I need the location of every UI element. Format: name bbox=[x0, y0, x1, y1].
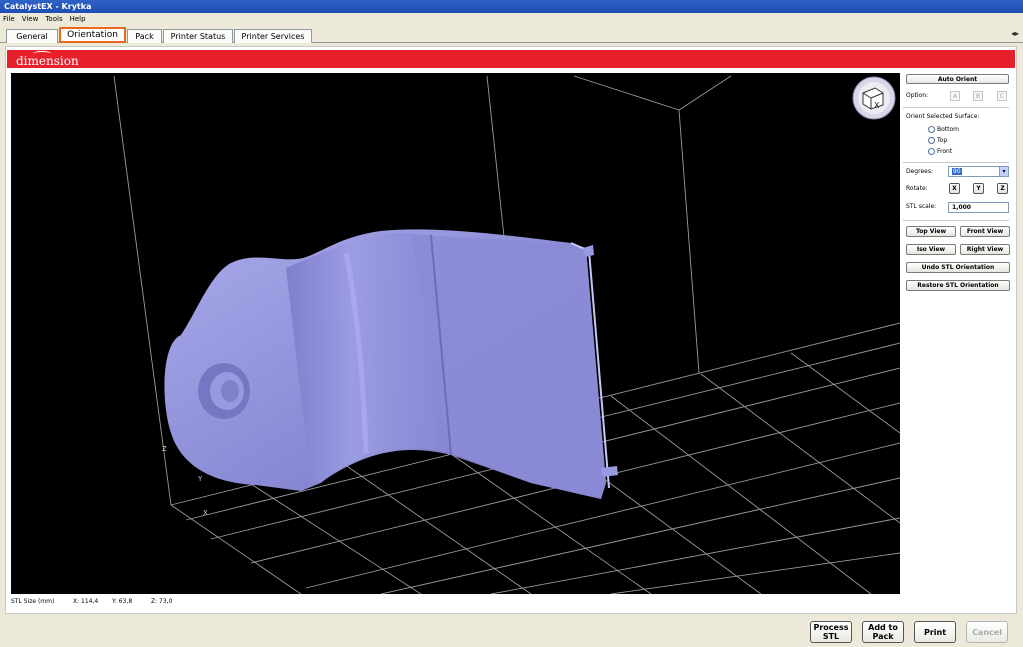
stl-size-readout: STL Size (mm) X: 114,4 Y: 63,8 Z: 73,0 bbox=[11, 597, 511, 607]
radio-front-label: Front bbox=[937, 148, 953, 155]
add-to-pack-label-line2: Pack bbox=[872, 632, 894, 641]
divider bbox=[903, 107, 1009, 108]
chevron-down-icon[interactable]: ▾ bbox=[999, 167, 1008, 176]
degrees-value: 90 bbox=[952, 168, 962, 175]
window-title-bar: CatalystEX - Krytka bbox=[0, 0, 1023, 13]
radio-bottom[interactable] bbox=[928, 126, 935, 133]
orientation-sidebar: Auto Orient Option: A B C Orient Selecte… bbox=[903, 73, 1013, 313]
iso-view-button[interactable]: Iso View bbox=[906, 244, 956, 255]
divider bbox=[903, 162, 1009, 163]
right-view-button[interactable]: Right View bbox=[960, 244, 1010, 255]
auto-orient-button[interactable]: Auto Orient bbox=[906, 74, 1009, 84]
stl-size-z: Z: 73,0 bbox=[151, 598, 173, 605]
stl-scale-label: STL scale: bbox=[906, 203, 937, 210]
radio-top[interactable] bbox=[928, 137, 935, 144]
axis-z-label: Z bbox=[162, 445, 167, 453]
restore-stl-orientation-button[interactable]: Restore STL Orientation bbox=[906, 280, 1010, 291]
process-stl-button[interactable]: Process STL bbox=[810, 621, 852, 643]
brand-banner: dimension bbox=[7, 50, 1015, 68]
tab-scroll-arrows[interactable]: ◂▸ bbox=[1011, 29, 1019, 38]
add-to-pack-button[interactable]: Add to Pack bbox=[862, 621, 904, 643]
tab-pack[interactable]: Pack bbox=[127, 29, 162, 43]
radio-front[interactable] bbox=[928, 148, 935, 155]
option-label: Option: bbox=[906, 92, 929, 99]
menu-file[interactable]: File bbox=[3, 15, 15, 23]
3d-viewport[interactable]: Z Y X X bbox=[11, 73, 900, 594]
undo-stl-orientation-button[interactable]: Undo STL Orientation bbox=[906, 262, 1010, 273]
view-cube-axis-label: X bbox=[874, 101, 880, 110]
tab-printer-services[interactable]: Printer Services bbox=[234, 29, 312, 43]
logo-swoosh-icon bbox=[33, 51, 51, 56]
degrees-label: Degrees: bbox=[906, 168, 933, 175]
axis-x-label: X bbox=[203, 509, 208, 517]
build-envelope-grid: Z Y X X bbox=[113, 75, 900, 594]
orient-surface-label: Orient Selected Surface: bbox=[906, 113, 980, 120]
stl-size-label: STL Size (mm) bbox=[11, 598, 55, 605]
chevron-right-icon[interactable]: ▸ bbox=[1015, 29, 1019, 38]
menu-bar: File View Tools Help bbox=[0, 13, 1023, 25]
top-view-button[interactable]: Top View bbox=[906, 226, 956, 237]
front-view-button[interactable]: Front View bbox=[960, 226, 1010, 237]
cancel-button[interactable]: Cancel bbox=[966, 621, 1008, 643]
radio-bottom-label: Bottom bbox=[937, 126, 960, 133]
tab-printer-status[interactable]: Printer Status bbox=[163, 29, 233, 43]
stl-model[interactable] bbox=[164, 229, 618, 499]
rotate-z-button[interactable]: Z bbox=[997, 183, 1008, 194]
menu-view[interactable]: View bbox=[22, 15, 39, 23]
process-stl-label-line2: STL bbox=[822, 632, 840, 641]
divider bbox=[903, 220, 1009, 221]
add-to-pack-label-line1: Add to bbox=[868, 623, 898, 632]
stl-scale-input[interactable]: 1,000 bbox=[948, 202, 1009, 213]
stl-size-x: X: 114,4 bbox=[73, 598, 99, 605]
tab-orientation[interactable]: Orientation bbox=[59, 27, 126, 43]
radio-top-label: Top bbox=[937, 137, 948, 144]
menu-tools[interactable]: Tools bbox=[45, 15, 62, 23]
tab-strip: General Orientation Pack Printer Status … bbox=[0, 25, 1023, 43]
rotate-y-button[interactable]: Y bbox=[973, 183, 984, 194]
option-b-button[interactable]: B bbox=[973, 91, 983, 101]
tab-general[interactable]: General bbox=[6, 29, 58, 43]
axis-y-label: Y bbox=[197, 475, 203, 483]
window-title: CatalystEX - Krytka bbox=[4, 2, 92, 11]
option-a-button[interactable]: A bbox=[950, 91, 960, 101]
view-cube-icon[interactable]: X bbox=[852, 76, 896, 120]
option-c-button[interactable]: C bbox=[997, 91, 1007, 101]
print-button[interactable]: Print bbox=[914, 621, 956, 643]
degrees-select[interactable]: 90 ▾ bbox=[948, 166, 1009, 177]
stl-size-y: Y: 63,8 bbox=[112, 598, 133, 605]
rotate-x-button[interactable]: X bbox=[949, 183, 960, 194]
process-stl-label-line1: Process bbox=[813, 623, 849, 632]
menu-help[interactable]: Help bbox=[70, 15, 86, 23]
rotate-label: Rotate: bbox=[906, 185, 928, 192]
